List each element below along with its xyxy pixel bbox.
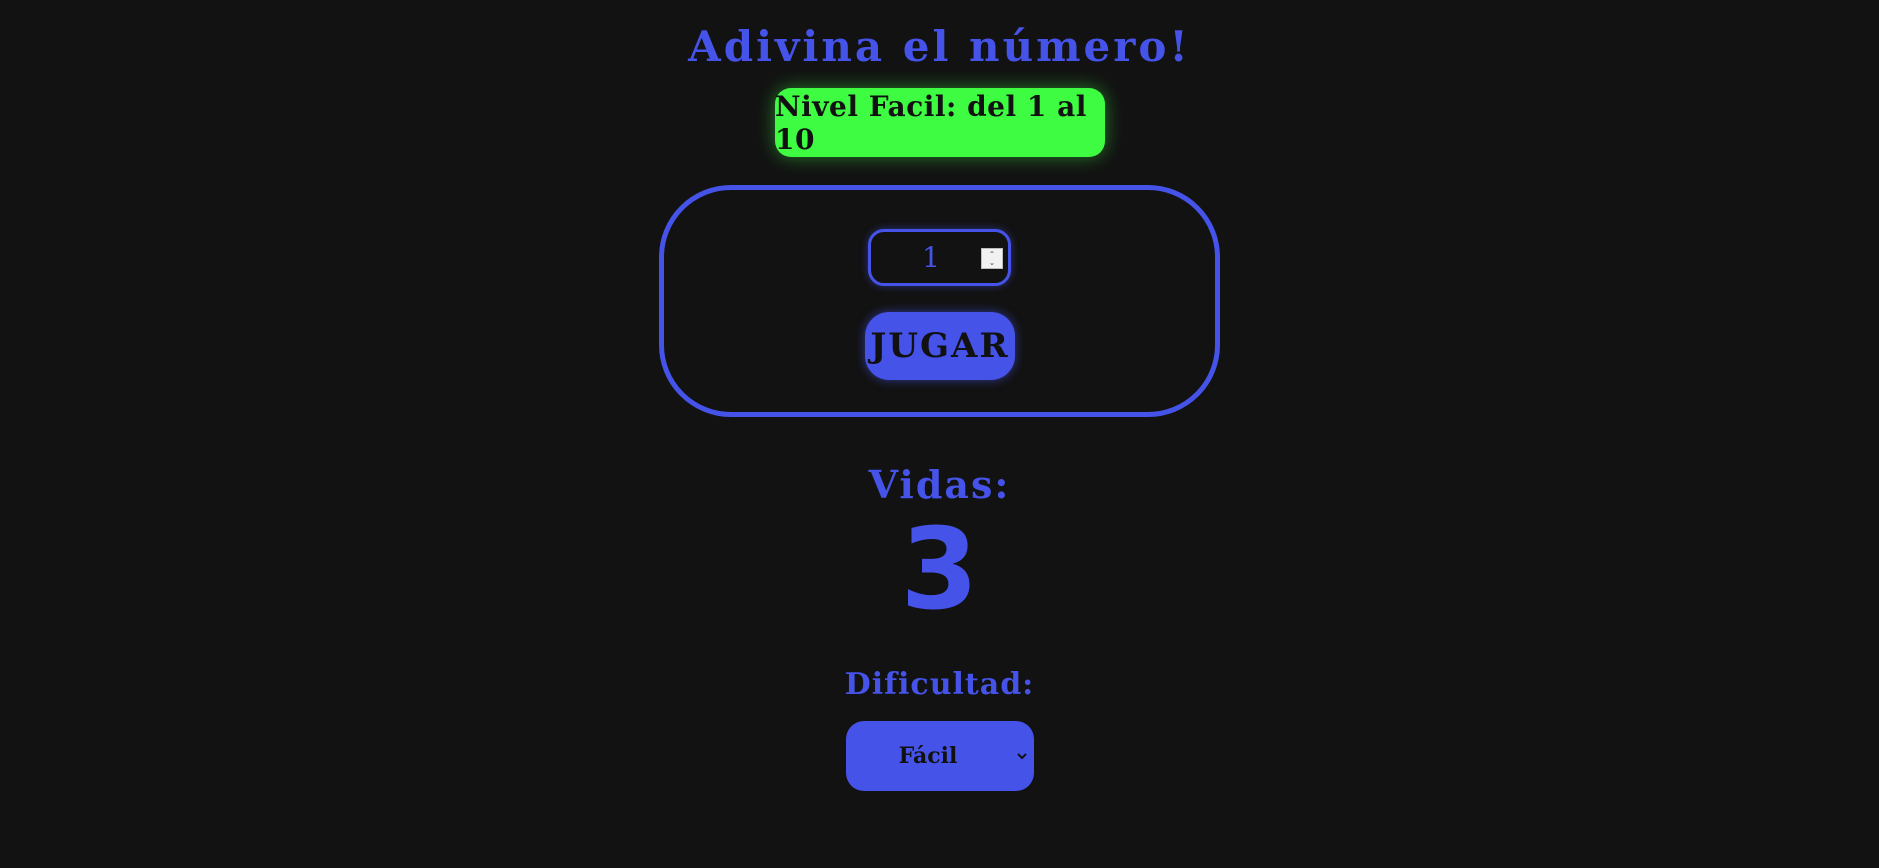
play-button[interactable]: JUGAR bbox=[865, 312, 1015, 380]
difficulty-select[interactable]: Fácil bbox=[846, 721, 1034, 791]
number-input[interactable]: 1 ⌃ ⌄ bbox=[868, 229, 1011, 286]
difficulty-selected-value[interactable]: Fácil bbox=[846, 721, 1010, 791]
level-badge: Nivel Facil: del 1 al 10 bbox=[775, 88, 1105, 157]
difficulty-label: Dificultad: bbox=[844, 667, 1035, 702]
number-input-value[interactable]: 1 bbox=[911, 232, 951, 283]
lives-count: 3 bbox=[900, 505, 979, 635]
page: Adivina el número! Nivel Facil: del 1 al… bbox=[0, 0, 1879, 868]
lives-label: Vidas: bbox=[868, 462, 1011, 507]
page-title: Adivina el número! bbox=[688, 22, 1191, 71]
number-spinner-icon[interactable]: ⌃ ⌄ bbox=[981, 248, 1003, 269]
chevron-down-icon[interactable] bbox=[1016, 751, 1028, 761]
spinner-down-icon[interactable]: ⌄ bbox=[989, 258, 996, 267]
game-panel bbox=[659, 185, 1220, 417]
